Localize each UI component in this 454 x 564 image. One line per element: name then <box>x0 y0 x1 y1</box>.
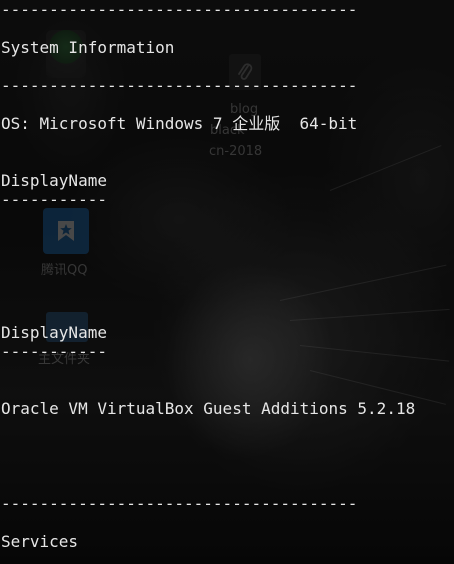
os-info-line: OS: Microsoft Windows 7 企业版 64-bit <box>1 114 358 133</box>
display-name-underline: ----------- <box>1 190 107 209</box>
display-name-header: DisplayName <box>1 323 107 342</box>
separator-line: ------------------------------------- <box>1 76 358 95</box>
section-heading-system-information: System Information <box>1 38 175 57</box>
section-heading-services: Services <box>1 532 79 551</box>
separator-line: ------------------------------------- <box>1 494 358 513</box>
display-name-header: DisplayName <box>1 171 107 190</box>
separator-line: ------------------------------------- <box>1 0 358 19</box>
installed-software-entry: Oracle VM VirtualBox Guest Additions 5.2… <box>1 399 416 418</box>
display-name-underline: ----------- <box>1 342 107 361</box>
console-output: ------------------------------------- Sy… <box>0 0 454 564</box>
